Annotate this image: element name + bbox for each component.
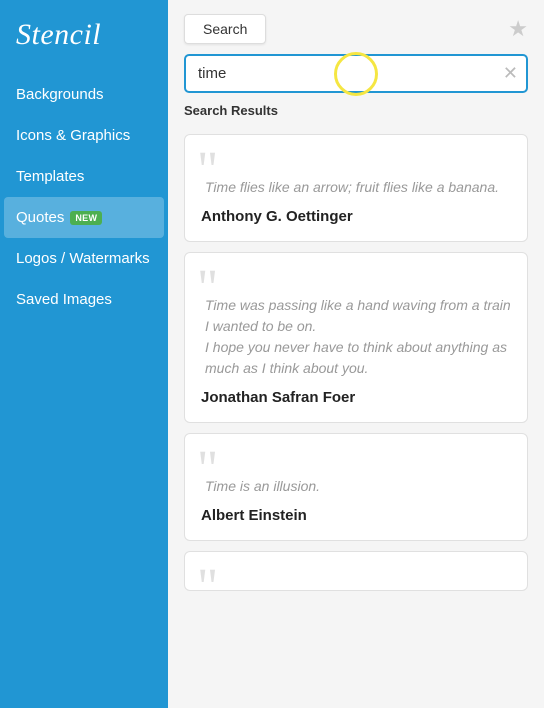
sidebar-item-quotes[interactable]: Quotes NEW bbox=[4, 197, 164, 238]
sidebar-item-backgrounds[interactable]: Backgrounds bbox=[0, 74, 168, 115]
quote-text: Time was passing like a hand waving from… bbox=[201, 271, 511, 379]
main-header: Search ★ ✕ Search Results bbox=[168, 0, 544, 134]
quote-mark-icon: " bbox=[197, 145, 218, 197]
sidebar: Stencil Backgrounds Icons & Graphics Tem… bbox=[0, 0, 168, 708]
favorites-star-icon[interactable]: ★ bbox=[508, 16, 528, 42]
quote-mark-icon: " bbox=[197, 263, 218, 315]
sidebar-item-saved-images[interactable]: Saved Images bbox=[0, 279, 168, 320]
sidebar-item-label: Saved Images bbox=[16, 291, 112, 308]
quote-author: Albert Einstein bbox=[201, 507, 511, 524]
sidebar-item-templates[interactable]: Templates bbox=[0, 156, 168, 197]
quote-card: " Time was passing like a hand waving fr… bbox=[184, 252, 528, 423]
logo-text: Stencil bbox=[16, 18, 101, 51]
clear-icon[interactable]: ✕ bbox=[503, 63, 518, 84]
quote-card: " bbox=[184, 551, 528, 591]
sidebar-item-label: Templates bbox=[16, 168, 84, 185]
search-input[interactable] bbox=[184, 54, 528, 93]
search-bar-wrapper: ✕ bbox=[184, 54, 528, 93]
main-content: Search ★ ✕ Search Results " Time flies l… bbox=[168, 0, 544, 708]
sidebar-item-label: Backgrounds bbox=[16, 86, 104, 103]
sidebar-item-logos-watermarks[interactable]: Logos / Watermarks bbox=[0, 238, 168, 279]
sidebar-item-label: Quotes bbox=[16, 209, 64, 226]
quote-mark-icon: " bbox=[197, 562, 218, 591]
search-results: " Time flies like an arrow; fruit flies … bbox=[168, 134, 544, 708]
quote-mark-icon: " bbox=[197, 444, 218, 496]
search-tab-button[interactable]: Search bbox=[184, 14, 266, 44]
app-logo: Stencil bbox=[0, 0, 168, 74]
quote-card: " Time flies like an arrow; fruit flies … bbox=[184, 134, 528, 242]
search-bar-container: ✕ bbox=[184, 54, 528, 93]
quote-text: Time flies like an arrow; fruit flies li… bbox=[201, 153, 511, 198]
quote-card: " Time is an illusion. Albert Einstein bbox=[184, 433, 528, 541]
header-top: Search ★ bbox=[184, 14, 528, 44]
quote-author: Anthony G. Oettinger bbox=[201, 208, 511, 225]
sidebar-item-icons-graphics[interactable]: Icons & Graphics bbox=[0, 115, 168, 156]
sidebar-item-label: Icons & Graphics bbox=[16, 127, 130, 144]
quote-text: Time is an illusion. bbox=[201, 452, 511, 497]
sidebar-nav: Backgrounds Icons & Graphics Templates Q… bbox=[0, 74, 168, 320]
sidebar-item-label: Logos / Watermarks bbox=[16, 250, 150, 267]
new-badge: NEW bbox=[70, 211, 102, 225]
quote-author: Jonathan Safran Foer bbox=[201, 389, 511, 406]
results-label: Search Results bbox=[184, 103, 528, 124]
